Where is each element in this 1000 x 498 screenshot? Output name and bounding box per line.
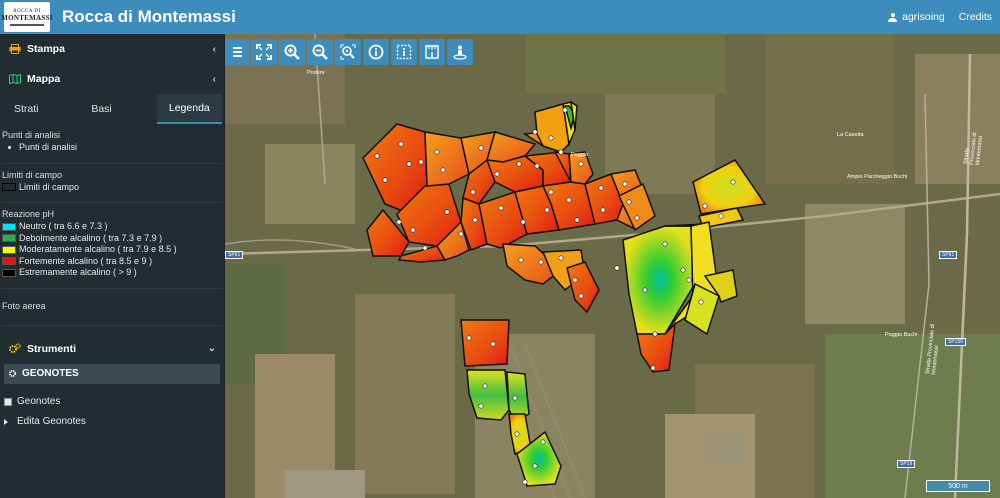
mappa-tabs: Strati Basi Legenda [0, 94, 224, 124]
legend-aerial-title: Foto aerea [2, 300, 46, 311]
geonotes-checkbox[interactable] [4, 397, 12, 406]
streetview-icon[interactable] [447, 39, 473, 65]
geonotes-toggle[interactable]: Geonotes [0, 392, 224, 412]
legend-ph-item: Neutro ( tra 6.6 e 7.3 ) [2, 221, 222, 233]
point-symbol-icon [2, 144, 16, 152]
mappa-panel-header[interactable]: Mappa ‹ [0, 64, 224, 94]
place-label: La Casetta [837, 132, 864, 138]
geonotes-header-label: GEONOTES [22, 368, 79, 379]
strumenti-panel-header[interactable]: Strumenti ⌄ [0, 334, 224, 364]
place-label: Podere [307, 70, 325, 76]
legend-ph-item: Debolmente alcalino ( tra 7.3 e 7.9 ) [2, 233, 222, 245]
road-label: SP91 [939, 251, 958, 259]
zoom-in-icon[interactable] [279, 39, 305, 65]
legend-ph-label: Estremamente alcalino ( > 9 ) [19, 267, 137, 277]
stampa-label: Stampa [27, 43, 65, 55]
menu-icon[interactable] [225, 39, 249, 65]
caret-right-icon [4, 418, 8, 425]
legend-ph-item: Fortemente alcalino ( tra 8.5 e 9 ) [2, 256, 222, 268]
legend-ph-swatch [2, 234, 16, 243]
user-menu[interactable]: agrisoing [888, 11, 945, 23]
gear-icon [9, 370, 16, 377]
geonotes-header[interactable]: GEONOTES [4, 363, 220, 384]
strumenti-label: Strumenti [27, 342, 77, 355]
legend-section-ph: Reazione pH Neutro ( tra 6.6 e 7.3 ) Deb… [2, 203, 222, 289]
chevron-left-icon: ‹ [212, 73, 216, 85]
legend-ph-item: Estremamente alcalino ( > 9 ) [2, 267, 222, 279]
legend-ph-label: Fortemente alcalino ( tra 8.5 e 9 ) [19, 255, 153, 266]
app-logo[interactable]: ROCCA DI MONTEMASSI [1, 2, 53, 32]
user-icon [888, 12, 898, 22]
place-label: Ampio Parcheggio Buchi [847, 174, 908, 180]
edita-geonotes-item[interactable]: Edita Geonotes [0, 412, 224, 432]
legend-section-limits: Limiti di campo Limiti di campo [2, 164, 222, 203]
edita-geonotes-label: Edita Geonotes [17, 416, 86, 427]
measure-icon[interactable] [419, 39, 445, 65]
place-label: Strada Provinciale di Montemassi [963, 132, 985, 166]
top-bar: ROCCA DI MONTEMASSI Rocca di Montemassi … [0, 0, 1000, 34]
legend-ph-label: Debolmente alcalino ( tra 7.3 e 7.9 ) [19, 232, 163, 243]
logo-rule [10, 23, 44, 26]
legend-limits-title: Limiti di campo [2, 169, 63, 180]
legend-ph-swatch [2, 268, 16, 277]
legend-ph-item: Moderatamente alcalino ( tra 7.9 e 8.5 ) [2, 244, 222, 256]
geonotes-item-label: Geonotes [17, 396, 61, 407]
tab-strati[interactable]: Strati [2, 94, 79, 124]
mappa-label: Mappa [27, 73, 61, 85]
info-icon[interactable] [363, 39, 389, 65]
legend-ph-swatch [2, 245, 16, 254]
legend-panel: Punti di analisi Punti di analisi Limiti… [0, 124, 224, 326]
stampa-panel-header[interactable]: Stampa ‹ [0, 34, 224, 64]
road-label: SP19 [897, 460, 916, 468]
legend-ph-label: Moderatamente alcalino ( tra 7.9 e 8.5 ) [19, 244, 177, 254]
user-name: agrisoing [902, 11, 945, 23]
logo-text-bottom: MONTEMASSI [1, 13, 53, 22]
road-label: SP91 [225, 251, 244, 259]
sidebar: Stampa ‹ Mappa ‹ Strati Basi Legenda Pun… [0, 34, 225, 498]
zoom-out-icon[interactable] [307, 39, 333, 65]
chevron-down-icon: ⌄ [207, 343, 216, 354]
app-title: Rocca di Montemassi [62, 7, 236, 26]
road-label: SP156 [945, 338, 967, 346]
zoom-extent-icon[interactable] [335, 39, 361, 65]
scale-bar: 500 m [926, 480, 990, 492]
tab-basi[interactable]: Basi [79, 94, 156, 124]
credits-link[interactable]: Credits [959, 11, 992, 23]
legend-limits-swatch [2, 183, 16, 192]
legend-points-item: Punti di analisi [19, 142, 78, 152]
select-info-icon[interactable] [391, 39, 417, 65]
map-toolbar [225, 38, 473, 66]
legend-ph-swatch [2, 222, 16, 231]
place-label: Poggio [571, 152, 589, 158]
aerial-map [225, 34, 1000, 498]
legend-section-aerial: Foto aerea [2, 289, 222, 326]
cogs-icon [8, 343, 21, 354]
legend-points-title: Punti di analisi [2, 130, 61, 140]
tab-legenda[interactable]: Legenda [156, 94, 222, 124]
map-icon [8, 74, 21, 85]
map-view[interactable]: SP91 SP91 SP156 SP19 Podere Poggio La Ca… [225, 34, 1000, 498]
legend-ph-title: Reazione pH [2, 209, 55, 219]
fullscreen-icon[interactable] [251, 39, 277, 65]
print-icon [8, 44, 21, 55]
chevron-left-icon: ‹ [212, 43, 216, 55]
legend-section-points: Punti di analisi Punti di analisi [2, 124, 222, 164]
legend-limits-item: Limiti di campo [19, 181, 80, 192]
legend-ph-swatch [2, 257, 16, 266]
legend-ph-label: Neutro ( tra 6.6 e 7.3 ) [19, 221, 108, 231]
place-label: Poggio Buchi [885, 332, 918, 338]
